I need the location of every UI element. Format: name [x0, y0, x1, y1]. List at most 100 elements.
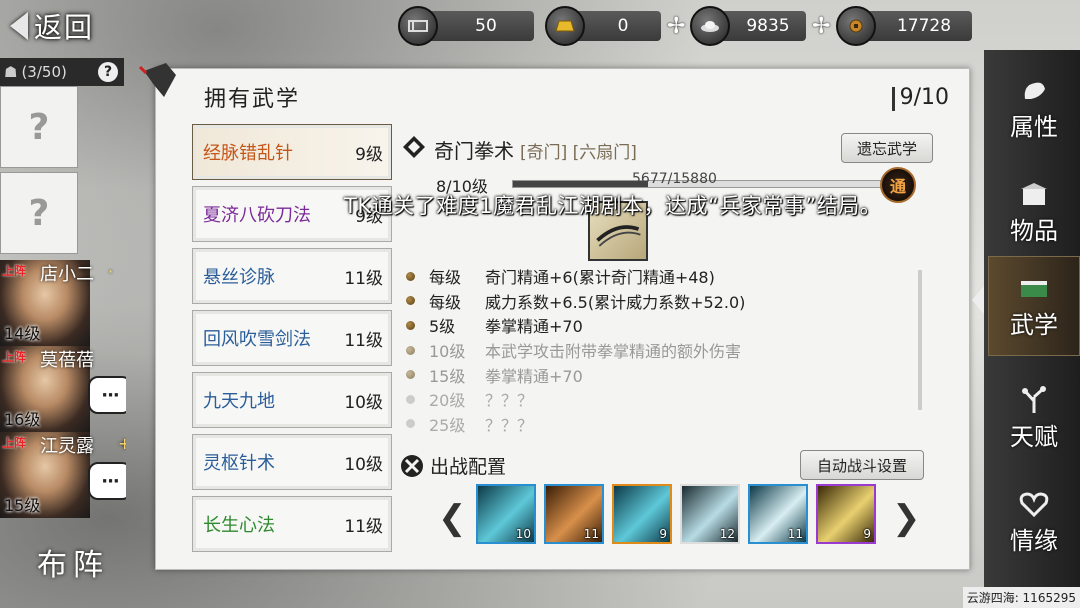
battle-skill-slot[interactable]: 11	[748, 484, 808, 544]
branch-icon	[1022, 385, 1046, 413]
skill-title: 奇门拳术 [奇门] [六扇门]	[434, 135, 637, 164]
tab-label: 属性	[1010, 112, 1058, 141]
tab-label: 天赋	[1010, 422, 1058, 451]
gold-plus-icon[interactable]: ✢	[667, 14, 685, 39]
exp-progress-text: 5677/15880	[632, 171, 717, 187]
effect-row: 每级 奇门精通+6(累计奇门精通+48)	[400, 264, 920, 289]
silver-plus-icon[interactable]: ✢	[812, 14, 830, 39]
tab-attributes[interactable]: 属性	[988, 58, 1080, 158]
effect-list: 每级 奇门精通+6(累计奇门精通+48) 每级 威力系数+6.5(累计威力系数+…	[400, 264, 920, 436]
effect-text: ？？？	[485, 391, 534, 411]
effect-row: 15级 拳掌精通+70	[400, 362, 920, 387]
skill-item-name: 经脉错乱针	[203, 143, 293, 164]
heart-icon	[1019, 491, 1049, 517]
skill-item-level: 11级	[344, 516, 383, 537]
chat-bubble-icon[interactable]: ···	[88, 462, 126, 500]
effect-row: 每级 威力系数+6.5(累计威力系数+52.0)	[400, 289, 920, 314]
skill-item[interactable]: 悬丝诊脉 11级	[192, 248, 392, 304]
hero-level: 14级	[4, 324, 41, 343]
hero-card[interactable]: 上阵 莫蓓蓓 16级 ···	[0, 346, 126, 432]
effect-level: 每级	[429, 268, 462, 288]
hook-icon	[138, 63, 176, 97]
book-icon	[1021, 280, 1047, 297]
formation-button[interactable]: 布阵	[18, 530, 128, 594]
effect-level: 20级	[429, 391, 466, 411]
footer-watermark: 云游四海: 1165295	[962, 587, 1080, 608]
battle-skill-slot[interactable]: 9	[816, 484, 876, 544]
scroll-left-icon[interactable]: ❮	[438, 498, 467, 538]
skill-item[interactable]: 九天九地 10级	[192, 372, 392, 428]
resource-scroll: 50	[398, 6, 534, 46]
skill-item[interactable]: 灵枢针术 10级	[192, 434, 392, 490]
battle-skill-slot[interactable]: 10	[476, 484, 536, 544]
hero-level: 16级	[4, 410, 41, 429]
skill-item-name: 回风吹雪剑法	[203, 329, 311, 350]
effect-text: 威力系数+6.5(累计威力系数+52.0)	[485, 292, 746, 312]
skill-title-name: 奇门拳术	[434, 139, 514, 163]
effect-text: 本武学攻击附带拳掌精通的额外伤害	[485, 342, 742, 362]
auto-battle-settings-button[interactable]: 自动战斗设置	[800, 450, 924, 480]
active-tab-indicator-icon	[972, 286, 984, 314]
slot-level: 11	[583, 527, 599, 541]
bullet-icon	[406, 320, 415, 330]
skill-item[interactable]: 长生心法 11级	[192, 496, 392, 552]
tab-talents[interactable]: 天赋	[988, 368, 1080, 468]
effect-text: 拳掌精通+70	[485, 366, 583, 386]
hero-extra: ·	[108, 262, 114, 281]
effect-row: 5级 拳掌精通+70	[400, 313, 920, 338]
box-icon	[1021, 182, 1047, 205]
effect-text: 奇门精通+6(累计奇门精通+48)	[485, 268, 715, 288]
empty-party-slot[interactable]: ?	[0, 86, 78, 168]
hero-name: 店小二	[40, 264, 94, 285]
battle-skill-slot[interactable]: 12	[680, 484, 740, 544]
effect-text: 拳掌精通+70	[485, 317, 583, 337]
battle-skill-slot[interactable]: 11	[544, 484, 604, 544]
scroll-right-icon[interactable]: ❯	[892, 498, 921, 538]
effect-row: 10级 本武学攻击附带拳掌精通的额外伤害	[400, 338, 920, 363]
hero-card[interactable]: 上阵 江灵露 +1 15级 ···	[0, 432, 126, 518]
tab-label: 情缘	[1010, 526, 1058, 555]
help-icon[interactable]: ?	[98, 62, 118, 82]
back-button[interactable]: 返回	[10, 6, 94, 46]
coin-icon	[836, 6, 876, 46]
slot-level: 12	[719, 527, 735, 541]
hero-extra: +1	[118, 434, 126, 453]
empty-party-slot[interactable]: ?	[0, 172, 78, 254]
skill-item-level: 11级	[344, 330, 383, 351]
forget-skill-button[interactable]: 遗忘武学	[841, 133, 933, 163]
back-arrow-icon	[10, 12, 28, 40]
exp-progress-fill	[513, 181, 648, 187]
resource-coin: 17728	[836, 6, 972, 46]
slot-level: 9	[863, 527, 871, 541]
skill-item-name: 夏济八砍刀法	[203, 205, 311, 226]
chat-bubble-icon[interactable]: ···	[88, 376, 126, 414]
diamond-icon	[403, 136, 425, 158]
skill-item[interactable]: 回风吹雪剑法 11级	[192, 310, 392, 366]
party-count: ☗ (3/50) ?	[0, 58, 124, 86]
panel-title: 拥有武学	[204, 87, 301, 112]
effect-level: 5级	[429, 317, 456, 337]
skill-item-name: 悬丝诊脉	[203, 267, 275, 288]
battle-skill-slot[interactable]: 9	[612, 484, 672, 544]
effect-level: 每级	[429, 292, 462, 312]
battle-config-title: 出战配置	[400, 452, 506, 479]
tab-martial-arts[interactable]: 武学	[988, 256, 1080, 356]
skill-item-name: 灵枢针术	[203, 453, 275, 474]
tong-badge[interactable]: 通	[880, 167, 916, 203]
tab-items[interactable]: 物品	[988, 162, 1080, 262]
scroll-icon	[398, 6, 438, 46]
skill-item[interactable]: 经脉错乱针 9级	[192, 124, 392, 180]
broadcast-notice: TK通关了难度1魔君乱江湖剧本，达成“兵家常事”结局。	[344, 194, 882, 218]
hero-tag: 上阵	[2, 436, 27, 450]
skill-item-level: 9级	[355, 144, 383, 165]
effect-scrollbar[interactable]	[918, 270, 922, 410]
back-label: 返回	[34, 11, 95, 44]
effect-level: 15级	[429, 366, 466, 386]
silver-ingot-icon	[690, 6, 730, 46]
tab-relationships[interactable]: 情缘	[988, 472, 1080, 572]
bullet-icon	[406, 370, 415, 380]
hero-card[interactable]: 上阵 店小二 · 14级	[0, 260, 126, 346]
skill-item-level: 11级	[344, 268, 383, 289]
skill-tags: [奇门] [六扇门]	[520, 143, 637, 163]
skill-item-level: 10级	[344, 392, 383, 413]
